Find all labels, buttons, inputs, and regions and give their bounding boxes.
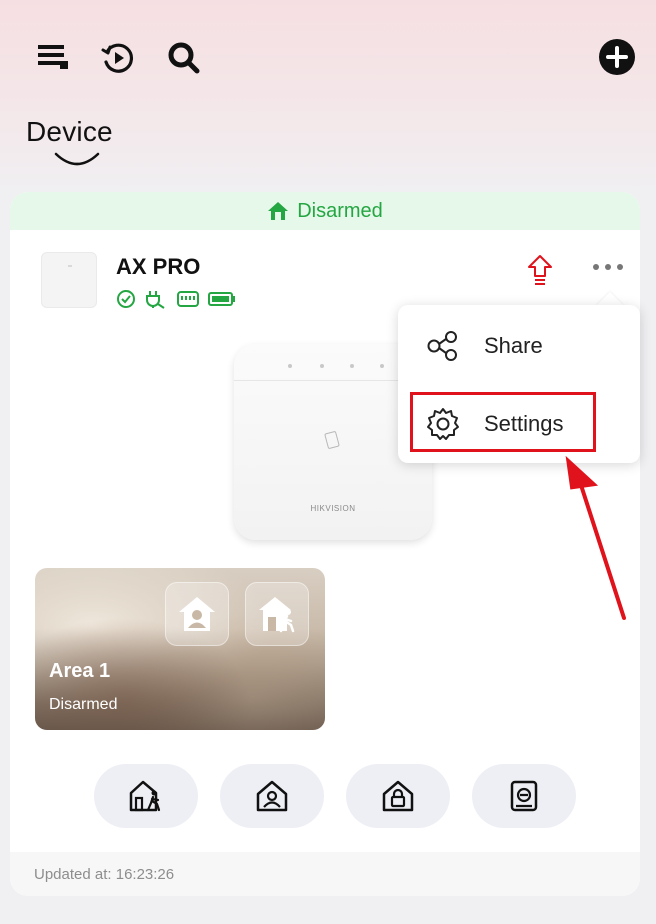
menu-item-share[interactable]: Share <box>398 311 640 381</box>
device-thumbnail <box>41 252 97 308</box>
power-plug-icon <box>144 289 168 309</box>
area-stay-arm-button[interactable] <box>165 582 229 646</box>
title-underline-arc <box>54 152 100 166</box>
nfc-tag-icon <box>324 430 340 450</box>
device-name[interactable]: AX PRO <box>116 254 200 280</box>
arm-icon <box>382 780 414 812</box>
arm-button[interactable] <box>346 764 450 828</box>
stay-arm-button[interactable] <box>220 764 324 828</box>
device-card: Disarmed AX PRO HIKVISION Area 1 Disarme… <box>10 192 640 896</box>
device-status-icons <box>116 289 236 309</box>
add-device-icon[interactable] <box>598 38 636 76</box>
upgrade-icon[interactable] <box>526 254 554 286</box>
disarm-icon <box>510 780 538 812</box>
playback-icon[interactable] <box>100 40 136 76</box>
annotation-arrow <box>565 455 626 620</box>
away-arm-icon <box>259 597 295 633</box>
led-indicator <box>288 364 292 368</box>
led-indicator <box>380 364 384 368</box>
network-icon <box>176 289 200 309</box>
area-name: Area 1 <box>49 660 111 682</box>
home-icon <box>267 201 289 221</box>
top-bar <box>0 0 656 110</box>
battery-icon <box>208 291 236 307</box>
away-arm-button[interactable] <box>94 764 198 828</box>
more-options-icon[interactable] <box>588 252 628 282</box>
menu-icon[interactable] <box>38 42 68 72</box>
menu-item-label: Share <box>484 333 543 358</box>
area-status: Disarmed <box>49 696 118 713</box>
updated-timestamp: Updated at: 16:23:26 <box>10 852 640 896</box>
disarm-button[interactable] <box>472 764 576 828</box>
page-title: Device <box>26 116 113 147</box>
popup-pointer <box>596 292 624 306</box>
stay-arm-icon <box>179 597 215 631</box>
settings-highlight-box <box>410 392 596 452</box>
device-brand: HIKVISION <box>310 504 356 513</box>
area-away-arm-button[interactable] <box>245 582 309 646</box>
online-check-icon <box>116 289 136 309</box>
away-arm-icon <box>129 780 161 812</box>
arm-status-label: Disarmed <box>297 199 383 222</box>
led-indicator <box>350 364 354 368</box>
share-icon <box>426 331 460 361</box>
stay-arm-icon <box>256 780 288 812</box>
search-icon[interactable] <box>166 40 202 76</box>
area-card[interactable]: Area 1 Disarmed <box>35 568 325 730</box>
led-indicator <box>320 364 324 368</box>
arm-status-banner[interactable]: Disarmed <box>10 192 640 230</box>
